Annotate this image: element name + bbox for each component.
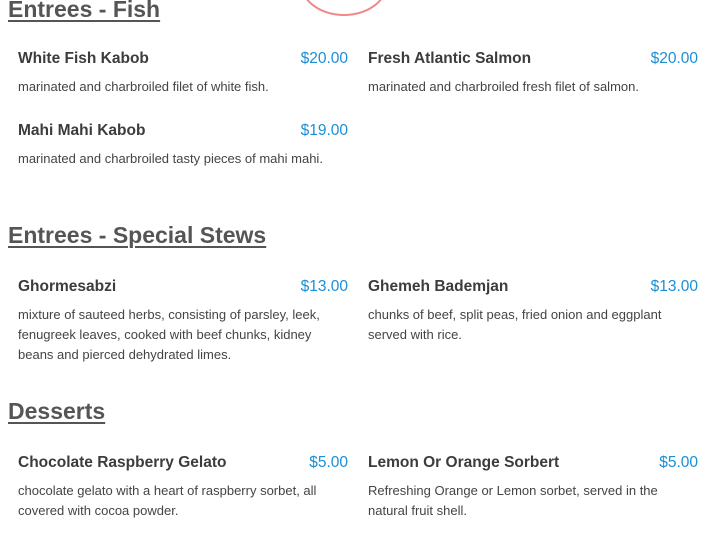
item-price: $20.00 [300, 50, 348, 67]
item-description: chunks of beef, split peas, fried onion … [368, 307, 662, 342]
item-price: $20.00 [650, 50, 698, 67]
item-name: White Fish Kabob [18, 50, 149, 67]
section-title-stews: Entrees - Special Stews [8, 222, 267, 248]
item-description: Refreshing Orange or Lemon sorbet, serve… [368, 483, 658, 518]
menu-item[interactable]: Ghormesabzi $13.00 mixture of sauteed he… [18, 278, 348, 362]
item-description: marinated and charbroiled filet of white… [18, 79, 269, 94]
item-description: marinated and charbroiled tasty pieces o… [18, 151, 323, 166]
item-description: marinated and charbroiled fresh filet of… [368, 79, 639, 94]
item-price: $19.00 [300, 122, 348, 139]
restaurant-logo [300, 0, 388, 16]
item-name: Lemon Or Orange Sorbert [368, 454, 560, 471]
menu-item[interactable]: Lemon Or Orange Sorbert $5.00 Refreshing… [368, 454, 698, 518]
section-title-fish: Entrees - Fish [8, 0, 161, 22]
item-price: $5.00 [309, 454, 348, 471]
item-name: Fresh Atlantic Salmon [368, 50, 532, 67]
item-name: Ghormesabzi [18, 278, 117, 295]
item-name: Ghemeh Bademjan [368, 278, 509, 295]
menu-item[interactable]: Chocolate Raspberry Gelato $5.00 chocola… [18, 454, 348, 518]
item-description: chocolate gelato with a heart of raspber… [18, 483, 317, 518]
item-description: mixture of sauteed herbs, consisting of … [18, 307, 320, 362]
section-title-desserts: Desserts [8, 398, 106, 424]
menu-item[interactable]: Mahi Mahi Kabob $19.00 marinated and cha… [18, 122, 348, 166]
item-name: Chocolate Raspberry Gelato [18, 454, 227, 471]
item-price: $13.00 [650, 278, 698, 295]
item-name: Mahi Mahi Kabob [18, 122, 146, 139]
menu-item[interactable]: Fresh Atlantic Salmon $20.00 marinated a… [368, 50, 698, 94]
menu-item[interactable]: White Fish Kabob $20.00 marinated and ch… [18, 50, 348, 94]
item-price: $13.00 [300, 278, 348, 295]
menu-item[interactable]: Ghemeh Bademjan $13.00 chunks of beef, s… [368, 278, 698, 342]
item-price: $5.00 [659, 454, 698, 471]
